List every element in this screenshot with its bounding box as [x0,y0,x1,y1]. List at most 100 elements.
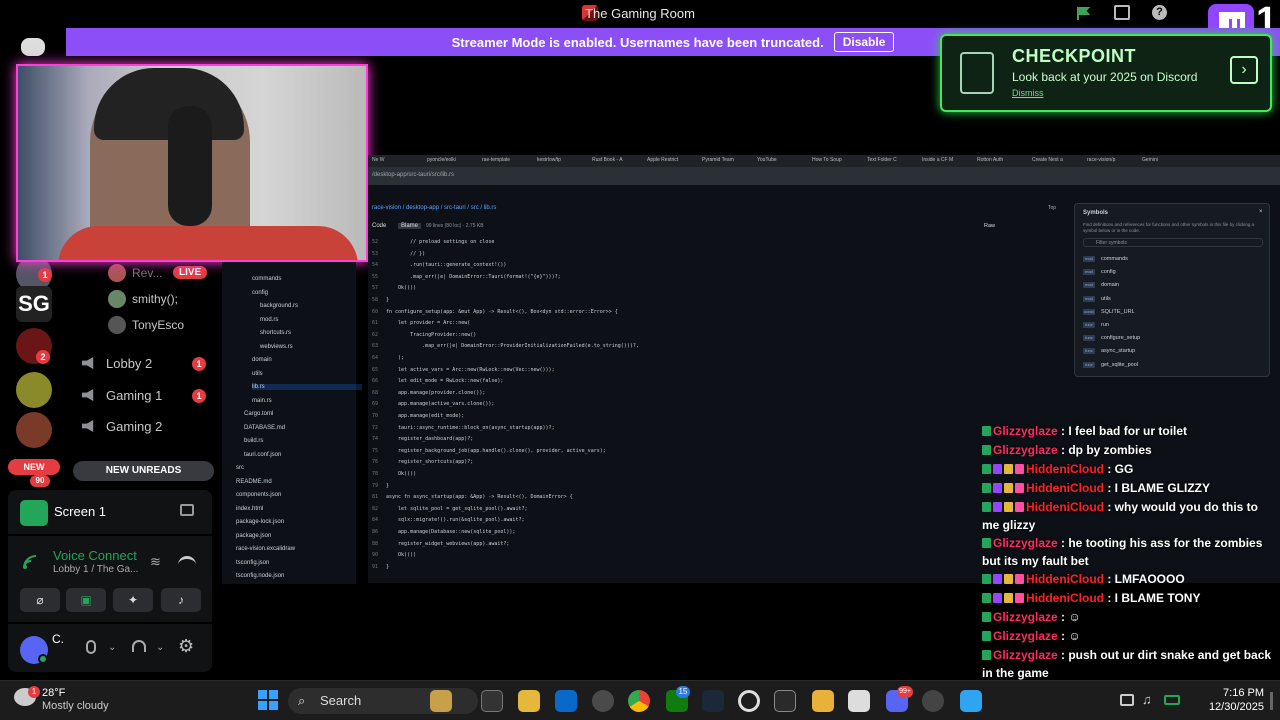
file-tree-item[interactable]: utils [252,371,263,377]
voice-status[interactable]: Voice Connect [53,548,137,563]
network-icon[interactable] [1120,694,1134,706]
file-tree-item[interactable]: index.html [236,506,263,512]
store-icon[interactable] [555,690,577,712]
help-icon[interactable]: ? [1152,5,1167,20]
server-icon[interactable] [16,412,52,448]
file-tree-item[interactable]: tsconfig.node.json [236,573,284,579]
browser-tab[interactable]: Text Folder C [867,157,917,166]
arrow-right-icon[interactable]: › [1230,56,1258,84]
chat-username[interactable]: HiddeniCloud [1026,572,1104,586]
browser-tab[interactable]: kestrlow/tp [537,157,587,166]
flag-icon[interactable] [1076,6,1091,20]
address-bar[interactable]: /desktop-app/src-tauri/src/lib.rs [368,167,1280,185]
browser-tab[interactable]: YouTube [757,157,807,166]
channel-lobby-2[interactable]: Lobby 2 [82,352,152,374]
file-tree-item[interactable]: tsconfig.json [236,560,269,566]
chat-username[interactable]: Glizzyglaze [993,648,1058,662]
chat-username[interactable]: HiddeniCloud [1026,591,1104,605]
file-tree-item[interactable]: domain [252,357,272,363]
file-tree-item[interactable]: Cargo.toml [244,411,273,417]
browser-tab[interactable]: Apple Restrict [647,157,697,166]
browser-tab[interactable]: Pyramid Team [702,157,752,166]
file-tree-item[interactable]: build.rs [244,438,263,444]
activities-button[interactable]: ✦ [113,588,153,612]
app-icon[interactable] [960,690,982,712]
checkpoint-card[interactable]: CHECKPOINT Look back at your 2025 on Dis… [940,34,1272,112]
app-icon[interactable] [738,690,760,712]
file-tree-item[interactable]: lib.rs [252,384,362,390]
new-pill[interactable]: NEW [8,459,60,475]
file-tree-item[interactable]: components.json [236,492,281,498]
discord-home-icon[interactable] [21,38,45,56]
file-tree-item[interactable]: package-lock.json [236,519,284,525]
symbol-item[interactable]: func async_startup [1083,348,1135,355]
browser-tab[interactable]: pyoncle/eolki [427,157,477,166]
channel-gaming-2[interactable]: Gaming 2 [82,415,162,437]
obs-icon[interactable] [592,690,614,712]
chat-username[interactable]: HiddeniCloud [1026,481,1104,495]
browser-tab[interactable]: Rust Book - A [592,157,642,166]
browser-tab[interactable]: Rotton Auth [977,157,1027,166]
symbol-item[interactable]: mod utils [1083,295,1111,302]
file-tree-item[interactable]: race-vision.excalidraw [236,546,295,552]
epic-games-icon[interactable] [774,690,796,712]
voice-user[interactable]: Rev... [108,264,162,282]
clock[interactable]: 7:16 PM 12/30/2025 [1192,686,1264,714]
file-tree-item[interactable]: commands [252,276,281,282]
chat-username[interactable]: Glizzyglaze [993,443,1058,457]
chat-username[interactable]: HiddeniCloud [1026,462,1104,476]
symbol-item[interactable]: const SQLITE_URL [1083,308,1135,315]
new-unreads-button[interactable]: NEW UNREADS [73,461,214,481]
close-icon[interactable]: × [1259,209,1263,215]
chevron-down-icon[interactable]: ⌄ [108,642,116,653]
file-tree-item[interactable]: main.rs [252,398,272,404]
file-tree-item[interactable]: src [236,465,244,471]
steam-icon[interactable] [702,690,724,712]
file-tree-item[interactable]: mod.rs [260,317,278,323]
voice-user[interactable]: TonyEsco [108,316,184,334]
browser-tab[interactable]: Ne W [372,157,422,166]
disable-button[interactable]: Disable [833,32,895,52]
weather-temp[interactable]: 28°F [42,687,65,699]
chat-username[interactable]: Glizzyglaze [993,629,1058,643]
filter-symbols-input[interactable]: Filter symbols [1083,238,1263,247]
file-tree-item[interactable]: DATABASE.md [244,425,285,431]
voice-location[interactable]: Lobby 1 / The Ga... [53,564,138,575]
file-tree-item[interactable]: shortcuts.rs [260,330,291,336]
file-tree-item[interactable]: webviews.rs [260,344,293,350]
file-tree-item[interactable]: README.md [236,479,272,485]
show-desktop-button[interactable] [1270,692,1273,710]
channel-gaming-1[interactable]: Gaming 1 [82,384,162,406]
browser-tab[interactable]: Inside a CF M [922,157,972,166]
browser-tab[interactable]: Create Next a [1032,157,1082,166]
file-tree-item[interactable]: package.json [236,533,271,539]
symbol-item[interactable]: mod domain [1083,282,1119,289]
microphone-icon[interactable] [86,640,96,654]
widgets-icon[interactable] [430,690,452,712]
chat-username[interactable]: Glizzyglaze [993,610,1058,624]
chat-username[interactable]: Glizzyglaze [993,536,1058,550]
symbol-item[interactable]: mod commands [1083,256,1128,262]
file-tree-item[interactable]: config [252,290,268,296]
chat-username[interactable]: HiddeniCloud [1026,500,1104,514]
windows-start-icon[interactable] [258,690,278,710]
chat-username[interactable]: Glizzyglaze [993,424,1058,438]
headphones-icon[interactable] [132,640,146,652]
file-explorer-icon[interactable] [518,690,540,712]
disconnect-icon[interactable] [178,556,196,566]
symbol-item[interactable]: mod config [1083,269,1116,276]
settings-icon[interactable] [922,690,944,712]
chrome-icon[interactable] [628,690,650,712]
username[interactable]: C. [52,632,64,646]
symbol-item[interactable]: func get_sqlite_pool [1083,361,1138,368]
weather-desc[interactable]: Mostly cloudy [42,700,109,712]
app-icon[interactable] [848,690,870,712]
stop-stream-icon[interactable] [180,504,194,516]
voice-user[interactable]: smithy(); [108,290,178,308]
symbol-item[interactable]: func configure_setup [1083,335,1140,342]
server-icon[interactable] [16,372,52,408]
file-tree-item[interactable]: tauri.conf.json [244,452,281,458]
task-view-icon[interactable] [481,690,503,712]
volume-icon[interactable]: ♫ [1142,692,1152,707]
signal-icon[interactable] [22,554,40,570]
